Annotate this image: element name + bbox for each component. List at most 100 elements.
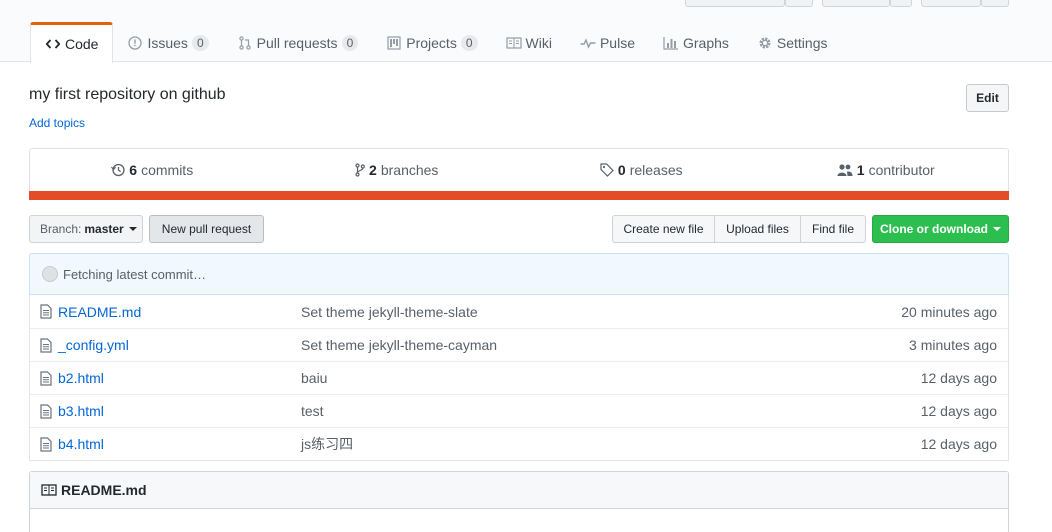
history-icon <box>111 163 125 176</box>
file-navigation-buttons: Create new file Upload files Find file <box>612 215 866 243</box>
latest-commit-text: Fetching latest commit… <box>63 266 207 282</box>
book-icon <box>41 484 57 496</box>
tab-settings[interactable]: Settings <box>743 22 842 63</box>
file-list: README.md Set theme jekyll-theme-slate 2… <box>29 295 1009 461</box>
commits-link[interactable]: 6 commits <box>30 162 275 178</box>
caret-down-icon <box>993 227 1001 231</box>
tab-label: Issues <box>147 34 188 51</box>
branches-link[interactable]: 2 branches <box>275 162 520 178</box>
branches-label: branches <box>380 161 439 178</box>
language-bar[interactable] <box>29 191 1009 200</box>
latest-commit-bar: Fetching latest commit… <box>29 253 1009 295</box>
project-icon <box>386 35 402 51</box>
commits-count: 6 <box>129 161 138 178</box>
pull-requests-counter: 0 <box>341 34 359 51</box>
issues-counter: 0 <box>191 34 209 51</box>
tab-label: Pull requests <box>256 34 338 51</box>
tab-label: Projects <box>406 34 457 51</box>
commit-age: 12 days ago <box>920 370 997 386</box>
tab-wiki[interactable]: Wiki <box>492 22 566 63</box>
file-link[interactable]: b2.html <box>40 370 104 386</box>
branches-count: 2 <box>369 161 377 178</box>
table-row: b2.html baiu 12 days ago <box>30 361 1008 394</box>
edit-description-button[interactable]: Edit <box>966 84 1009 112</box>
avatar <box>42 266 58 282</box>
file-icon <box>40 403 52 419</box>
file-name: b3.html <box>58 403 104 419</box>
commit-age: 12 days ago <box>920 403 997 419</box>
issue-opened-icon <box>127 35 143 51</box>
releases-label: releases <box>629 161 683 178</box>
find-file-button[interactable]: Find file <box>801 215 866 243</box>
watch-button-group[interactable] <box>685 0 813 7</box>
add-topics-link[interactable]: Add topics <box>29 116 85 130</box>
commit-message[interactable]: test <box>301 403 324 419</box>
file-link[interactable]: b4.html <box>40 436 104 452</box>
fork-button-group[interactable] <box>921 0 1009 7</box>
readme-panel: README.md <box>29 471 1009 532</box>
branch-prefix: Branch: <box>40 222 82 236</box>
file-link[interactable]: README.md <box>40 304 141 320</box>
git-pull-request-icon <box>237 35 253 51</box>
file-link[interactable]: _config.yml <box>40 337 129 353</box>
repo-description: my first repository on github <box>29 86 226 103</box>
table-row: README.md Set theme jekyll-theme-slate 2… <box>30 295 1008 328</box>
file-name: b4.html <box>58 436 104 452</box>
caret-down-icon <box>128 227 137 231</box>
file-link[interactable]: b3.html <box>40 403 104 419</box>
commit-message[interactable]: baiu <box>301 370 327 386</box>
code-icon <box>45 36 61 52</box>
tab-label: Code <box>65 36 99 52</box>
contributors-count: 1 <box>856 161 865 178</box>
commit-age: 12 days ago <box>920 436 997 452</box>
tag-icon <box>600 162 614 177</box>
tab-projects[interactable]: Projects 0 <box>372 22 491 63</box>
book-icon <box>505 35 522 51</box>
create-new-file-button[interactable]: Create new file <box>612 215 715 243</box>
pulse-icon <box>580 35 596 51</box>
tab-issues[interactable]: Issues 0 <box>113 22 222 63</box>
releases-link[interactable]: 0 releases <box>519 162 764 178</box>
tab-label: Wiki <box>525 34 552 51</box>
branch-select-button[interactable]: Branch: master <box>29 215 143 243</box>
clone-or-download-button[interactable]: Clone or download <box>872 215 1009 243</box>
tab-label: Pulse <box>599 34 635 51</box>
releases-count: 0 <box>617 161 626 178</box>
branch-name: master <box>84 222 124 236</box>
file-icon <box>40 304 52 319</box>
commit-message[interactable]: Set theme jekyll-theme-cayman <box>301 337 497 353</box>
contributors-label: contributor <box>868 161 935 178</box>
file-icon <box>40 370 52 386</box>
readme-title: README.md <box>61 482 147 498</box>
table-row: _config.yml Set theme jekyll-theme-cayma… <box>30 328 1008 361</box>
commit-age: 3 minutes ago <box>909 337 997 353</box>
tab-label: Settings <box>776 34 828 51</box>
file-icon <box>40 337 52 353</box>
tab-code[interactable]: Code <box>30 22 114 63</box>
star-button-group[interactable] <box>822 0 912 7</box>
numbers-summary: 6 commits 2 branches 0 releases 1 contri… <box>29 148 1009 200</box>
repo-nav-tabs: Code Issues 0 Pull requests 0 Projects 0… <box>30 22 842 63</box>
table-row: b4.html js练习四 12 days ago <box>30 427 1008 460</box>
projects-counter: 0 <box>460 34 478 51</box>
organization-icon <box>837 163 853 176</box>
file-name: README.md <box>58 303 142 320</box>
gear-icon <box>757 35 773 51</box>
upload-files-button[interactable]: Upload files <box>715 215 801 243</box>
commit-age: 20 minutes ago <box>901 303 997 320</box>
file-name: b2.html <box>58 370 104 386</box>
file-icon <box>40 436 52 452</box>
tab-label: Graphs <box>682 34 729 51</box>
clone-label: Clone or download <box>880 222 988 236</box>
contributors-link[interactable]: 1 contributor <box>764 162 1009 178</box>
tab-pulse[interactable]: Pulse <box>566 22 649 63</box>
commit-message[interactable]: Set theme jekyll-theme-slate <box>301 304 478 320</box>
table-row: b3.html test 12 days ago <box>30 394 1008 427</box>
new-pull-request-button[interactable]: New pull request <box>149 215 264 243</box>
git-branch-icon <box>355 162 365 177</box>
file-name: _config.yml <box>58 337 129 353</box>
tab-pull-requests[interactable]: Pull requests 0 <box>223 22 373 63</box>
commit-message[interactable]: js练习四 <box>301 434 353 454</box>
commits-label: commits <box>141 161 194 178</box>
tab-graphs[interactable]: Graphs <box>649 22 743 63</box>
